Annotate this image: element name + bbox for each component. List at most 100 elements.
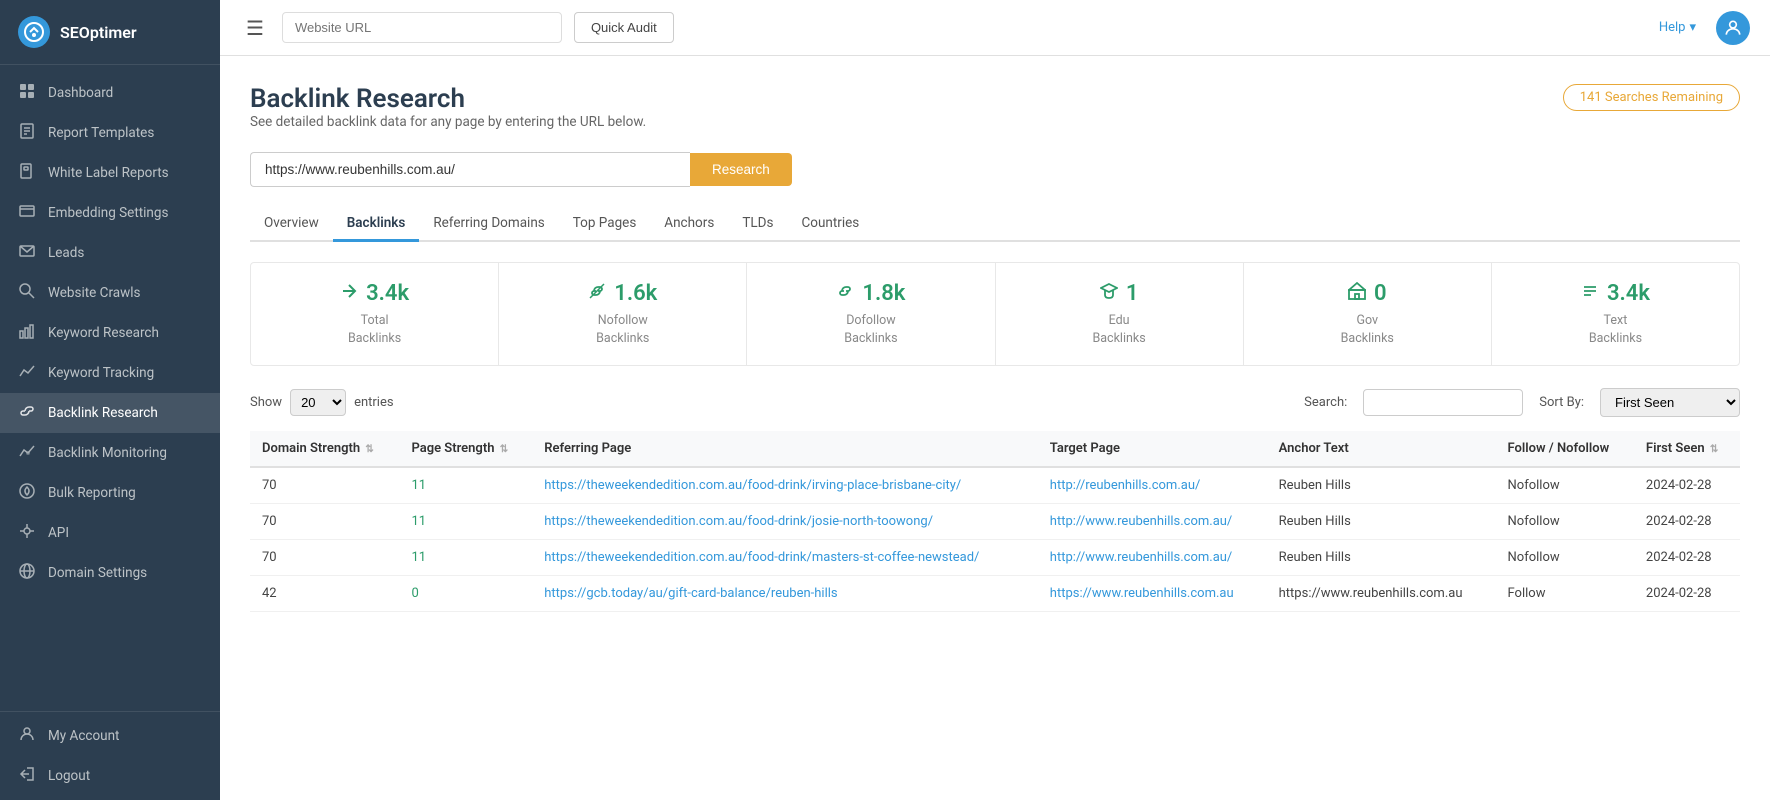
sidebar-item-label: Domain Settings [48, 565, 147, 581]
anchor-text-cell: Reuben Hills [1267, 540, 1496, 576]
sidebar-item-white-label-reports[interactable]: White Label Reports [0, 153, 220, 193]
first-seen-cell: 2024-02-28 [1634, 540, 1740, 576]
target-page-link[interactable]: http://www.reubenhills.com.au/ [1050, 514, 1233, 529]
research-button[interactable]: Research [690, 153, 792, 186]
domain-strength-cell: 70 [250, 467, 399, 504]
tab-referring-domains[interactable]: Referring Domains [419, 207, 558, 242]
col-follow-nofollow: Follow / Nofollow [1496, 431, 1634, 467]
referring-page-link[interactable]: https://gcb.today/au/gift-card-balance/r… [544, 586, 837, 601]
sidebar-item-backlink-research[interactable]: Backlink Research [0, 393, 220, 433]
follow-cell: Nofollow [1496, 540, 1634, 576]
stat-nofollow-backlinks: 1.6k NofollowBacklinks [499, 263, 747, 365]
referring-page-cell[interactable]: https://gcb.today/au/gift-card-balance/r… [532, 576, 1038, 612]
nofollow-backlinks-icon [588, 282, 606, 305]
topbar-url-input[interactable] [282, 12, 562, 43]
page-strength-cell[interactable]: 11 [399, 467, 532, 504]
referring-page-link[interactable]: https://theweekendedition.com.au/food-dr… [544, 478, 961, 493]
sidebar-item-dashboard[interactable]: Dashboard [0, 73, 220, 113]
sidebar-item-label: My Account [48, 728, 119, 744]
website-crawls-icon [18, 283, 36, 303]
table-header: Domain Strength ⇅Page Strength ⇅Referrin… [250, 431, 1740, 467]
stat-label: TextBacklinks [1508, 312, 1723, 347]
sidebar-item-embedding-settings[interactable]: Embedding Settings [0, 193, 220, 233]
sidebar-item-report-templates[interactable]: Report Templates [0, 113, 220, 153]
sidebar-item-label: Report Templates [48, 125, 154, 141]
target-page-cell[interactable]: http://reubenhills.com.au/ [1038, 467, 1267, 504]
anchor-text-cell: Reuben Hills [1267, 467, 1496, 504]
referring-page-cell[interactable]: https://theweekendedition.com.au/food-dr… [532, 504, 1038, 540]
target-page-link[interactable]: http://reubenhills.com.au/ [1050, 478, 1201, 493]
target-page-link[interactable]: https://www.reubenhills.com.au [1050, 586, 1234, 601]
domain-strength-cell: 42 [250, 576, 399, 612]
sidebar-item-label: Dashboard [48, 85, 113, 101]
dashboard-icon [18, 83, 36, 103]
domain-settings-icon [18, 563, 36, 583]
target-page-cell[interactable]: https://www.reubenhills.com.au [1038, 576, 1267, 612]
tab-top-pages[interactable]: Top Pages [559, 207, 651, 242]
entries-select[interactable]: 102050100 [290, 389, 346, 416]
sidebar-item-domain-settings[interactable]: Domain Settings [0, 553, 220, 593]
url-input[interactable] [250, 152, 690, 187]
referring-page-link[interactable]: https://theweekendedition.com.au/food-dr… [544, 514, 933, 529]
sidebar-item-label: Logout [48, 768, 90, 784]
user-avatar[interactable] [1716, 11, 1750, 45]
page-strength-cell[interactable]: 0 [399, 576, 532, 612]
col-domain-strength[interactable]: Domain Strength ⇅ [250, 431, 399, 467]
help-dropdown[interactable]: Help ▾ [1659, 20, 1696, 35]
target-page-cell[interactable]: http://www.reubenhills.com.au/ [1038, 540, 1267, 576]
col-page-strength[interactable]: Page Strength ⇅ [399, 431, 532, 467]
tab-backlinks[interactable]: Backlinks [333, 207, 420, 242]
tab-countries[interactable]: Countries [787, 207, 873, 242]
sidebar-item-bulk-reporting[interactable]: Bulk Reporting [0, 473, 220, 513]
sidebar-item-api[interactable]: API [0, 513, 220, 553]
sidebar-item-my-account[interactable]: My Account [0, 716, 220, 756]
show-entries-control: Show 102050100 entries [250, 389, 394, 416]
sort-by-select[interactable]: First SeenDomain StrengthPage Strength [1600, 388, 1740, 417]
hamburger-icon[interactable]: ☰ [240, 12, 270, 44]
col-referring-page: Referring Page [532, 431, 1038, 467]
backlink-monitoring-icon [18, 443, 36, 463]
col-first-seen[interactable]: First Seen ⇅ [1634, 431, 1740, 467]
page-strength-cell[interactable]: 11 [399, 504, 532, 540]
stat-value: 3.4k [1607, 281, 1650, 306]
sidebar-item-website-crawls[interactable]: Website Crawls [0, 273, 220, 313]
stat-value: 1.6k [614, 281, 657, 306]
referring-page-cell[interactable]: https://theweekendedition.com.au/food-dr… [532, 467, 1038, 504]
target-page-cell[interactable]: http://www.reubenhills.com.au/ [1038, 504, 1267, 540]
sidebar-item-backlink-monitoring[interactable]: Backlink Monitoring [0, 433, 220, 473]
gov-backlinks-icon [1348, 282, 1366, 305]
table-search-input[interactable] [1363, 389, 1523, 416]
sidebar-item-keyword-tracking[interactable]: Keyword Tracking [0, 353, 220, 393]
anchor-text-cell: Reuben Hills [1267, 504, 1496, 540]
sidebar-item-leads[interactable]: Leads [0, 233, 220, 273]
stat-value: 3.4k [366, 281, 409, 306]
referring-page-cell[interactable]: https://theweekendedition.com.au/food-dr… [532, 540, 1038, 576]
table-row: 70 11 https://theweekendedition.com.au/f… [250, 467, 1740, 504]
sidebar-item-label: Keyword Research [48, 325, 159, 341]
quick-audit-button[interactable]: Quick Audit [574, 12, 674, 43]
sidebar-footer: My Account Logout [0, 711, 220, 800]
sort-by-label: Sort By: [1539, 395, 1584, 410]
sidebar-item-keyword-research[interactable]: Keyword Research [0, 313, 220, 353]
logo-area[interactable]: SEOptimer [0, 0, 220, 65]
page-strength-cell[interactable]: 11 [399, 540, 532, 576]
entries-label: entries [354, 395, 394, 410]
text-backlinks-icon [1581, 282, 1599, 305]
api-icon [18, 523, 36, 543]
stat-label: NofollowBacklinks [515, 312, 730, 347]
keyword-research-icon [18, 323, 36, 343]
first-seen-cell: 2024-02-28 [1634, 467, 1740, 504]
tab-overview[interactable]: Overview [250, 207, 333, 242]
follow-cell: Follow [1496, 576, 1634, 612]
sidebar-item-logout[interactable]: Logout [0, 756, 220, 796]
target-page-link[interactable]: http://www.reubenhills.com.au/ [1050, 550, 1233, 565]
tab-tlds[interactable]: TLDs [728, 207, 787, 242]
tab-anchors[interactable]: Anchors [650, 207, 728, 242]
edu-backlinks-icon [1100, 282, 1118, 305]
referring-page-link[interactable]: https://theweekendedition.com.au/food-dr… [544, 550, 979, 565]
search-label: Search: [1304, 395, 1347, 410]
sidebar-item-label: Embedding Settings [48, 205, 168, 221]
page-title: Backlink Research [250, 84, 646, 114]
sort-icon: ⇅ [365, 444, 373, 455]
topbar: ☰ Quick Audit Help ▾ [220, 0, 1770, 56]
